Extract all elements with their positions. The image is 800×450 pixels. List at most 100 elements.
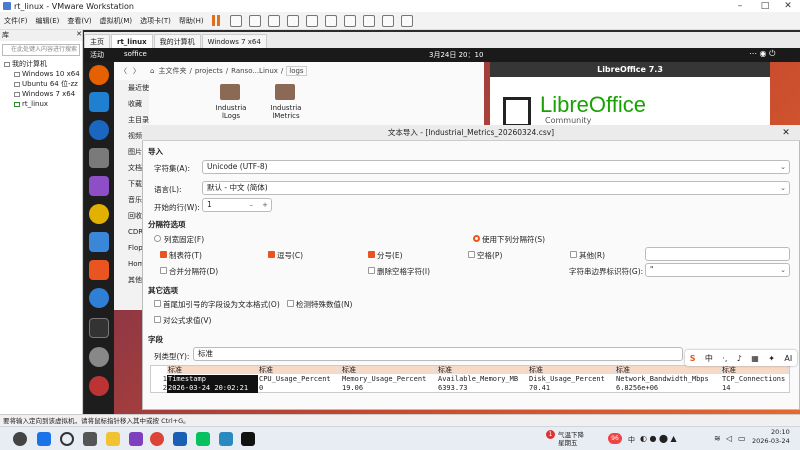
wechat-icon[interactable] <box>196 432 210 446</box>
folder-icon[interactable] <box>220 84 240 100</box>
tab-my-computer[interactable]: 我的计算机 <box>153 34 201 48</box>
sidebar-item-starred[interactable]: 收藏 <box>114 96 149 112</box>
table-cell[interactable]: 14 <box>721 384 789 393</box>
view-sidebar-icon[interactable] <box>305 14 318 27</box>
task-view-icon[interactable] <box>83 432 97 446</box>
thunderbird-icon[interactable] <box>89 120 109 140</box>
preview-grid[interactable]: 标准 标准 标准 标准 标准 标准 标准 1 2 Timestamp CPU_U… <box>150 365 790 393</box>
comma-checkbox[interactable] <box>268 251 275 258</box>
help-icon[interactable] <box>89 288 109 308</box>
column-type-cell[interactable]: 标准 <box>615 366 721 374</box>
table-cell[interactable]: 6393.73 <box>437 384 528 393</box>
writer-icon[interactable] <box>89 232 109 252</box>
search-icon[interactable] <box>60 432 74 446</box>
detect-special-checkbox[interactable] <box>287 300 294 307</box>
charset-select[interactable]: Unicode (UTF-8) ⌄ <box>202 160 790 174</box>
from-row-stepper[interactable]: 1– + <box>202 198 272 212</box>
tab-rt-linux[interactable]: rt_linux <box>111 34 153 48</box>
menu-file[interactable]: 文件(F) <box>4 16 28 26</box>
table-cell[interactable]: Network_Bandwidth_Mbps <box>615 375 721 384</box>
minimize-button[interactable]: – <box>730 0 750 12</box>
column-type-cell[interactable]: 标准 <box>437 366 528 374</box>
weather-widget[interactable]: 气温下降 星期五 <box>558 431 584 447</box>
menu-vm[interactable]: 虚拟机(M) <box>100 16 133 26</box>
files-icon[interactable] <box>89 148 109 168</box>
merge-checkbox[interactable] <box>160 267 167 274</box>
snapshot-icon[interactable] <box>248 14 261 27</box>
menu-help[interactable]: 帮助(H) <box>179 16 204 26</box>
ime-punct-toggle[interactable]: ·, <box>722 354 727 363</box>
table-cell[interactable]: TCP_Connections <box>721 375 789 384</box>
table-cell[interactable]: 0 <box>258 384 341 393</box>
volume-icon[interactable]: ◁ <box>726 434 732 443</box>
quoted-text-checkbox[interactable] <box>154 300 161 307</box>
ime-ai-button[interactable]: AI <box>784 354 792 363</box>
trash-icon[interactable] <box>89 376 109 396</box>
skin-icon[interactable]: ✦ <box>768 354 775 363</box>
table-cell[interactable]: Available_Memory_MB <box>437 375 528 384</box>
folder-label-metrics[interactable]: Industria lMetrics <box>270 104 302 120</box>
battery-icon[interactable]: ▭ <box>738 434 746 443</box>
vscode-icon[interactable] <box>89 92 109 112</box>
table-cell[interactable]: 2026-03-24 20:02:21 <box>167 384 258 393</box>
tree-vm-item[interactable]: Ubuntu 64 位-zz <box>0 79 82 89</box>
back-icon[interactable]: 〈 <box>120 66 127 76</box>
column-type-cell[interactable]: 标准 <box>258 366 341 374</box>
ime-lang-toggle[interactable]: 中 <box>705 353 713 364</box>
library-search-input[interactable]: 在此处键入内容进行搜索 <box>2 44 80 56</box>
activities-button[interactable]: 活动 <box>90 50 104 60</box>
app-menu[interactable]: soffice <box>124 50 147 58</box>
table-cell[interactable]: 70.41 <box>528 384 615 393</box>
column-type-cell[interactable]: 标准 <box>528 366 615 374</box>
tree-my-computer[interactable]: 我的计算机 <box>0 59 82 69</box>
maximize-button[interactable]: □ <box>755 0 775 12</box>
revert-snapshot-icon[interactable] <box>267 14 280 27</box>
menu-view[interactable]: 查看(V) <box>67 16 91 26</box>
tree-vm-item[interactable]: Windows 7 x64 <box>0 89 82 99</box>
terminal-icon[interactable] <box>89 318 109 338</box>
other-checkbox[interactable] <box>570 251 577 258</box>
vm-status-icon[interactable] <box>13 432 27 446</box>
tree-vm-item[interactable]: rt_linux <box>0 99 82 109</box>
menu-edit[interactable]: 编辑(E) <box>36 16 60 26</box>
settings-icon[interactable] <box>89 347 109 367</box>
column-type-cell[interactable]: 标准 <box>721 366 789 374</box>
start-icon[interactable] <box>37 432 51 446</box>
plus-icon[interactable]: + <box>262 199 268 211</box>
visual-studio-icon[interactable] <box>129 432 143 446</box>
send-ctrl-alt-del-icon[interactable] <box>229 14 242 27</box>
tray-icons[interactable]: ◐ ● ⬤ ▲ <box>640 434 677 443</box>
tab-checkbox[interactable] <box>160 251 167 258</box>
folder-icon[interactable] <box>275 84 295 100</box>
wifi-icon[interactable]: ≋ <box>714 434 721 443</box>
space-checkbox[interactable] <box>468 251 475 258</box>
fullscreen-icon[interactable] <box>362 14 375 27</box>
firefox-icon[interactable] <box>89 65 109 85</box>
tray-app-icon[interactable]: 96 <box>608 433 622 444</box>
rhythmbox-icon[interactable] <box>89 204 109 224</box>
table-cell[interactable]: 19.06 <box>341 384 437 393</box>
evaluate-formulas-checkbox[interactable] <box>154 316 161 323</box>
path-projects[interactable]: projects <box>195 67 223 75</box>
separated-radio[interactable] <box>473 235 480 242</box>
software-icon[interactable] <box>89 260 109 280</box>
manage-snapshots-icon[interactable] <box>286 14 299 27</box>
string-delimiter-select[interactable]: " ⌄ <box>645 263 790 277</box>
path-ranso[interactable]: Ranso...Linux <box>231 67 278 75</box>
microphone-icon[interactable]: ♪ <box>737 354 742 363</box>
taskbar-clock[interactable]: 20:10 2026-03-24 <box>752 428 790 446</box>
app-cat-icon[interactable] <box>89 176 109 196</box>
console-icon[interactable] <box>381 14 394 27</box>
tray-lang[interactable]: 中 <box>628 435 635 445</box>
notes-icon[interactable] <box>219 432 233 446</box>
stretch-icon[interactable] <box>400 14 413 27</box>
column-type-cell[interactable]: 标准 <box>341 366 437 374</box>
table-cell[interactable]: Disk_Usage_Percent <box>528 375 615 384</box>
other-separator-input[interactable] <box>645 247 790 261</box>
tree-vm-item[interactable]: Windows 10 x64 <box>0 69 82 79</box>
tab-home[interactable]: 主页 <box>84 34 110 48</box>
clock[interactable]: 3月24日 20：10 <box>429 50 483 60</box>
close-button[interactable]: ✕ <box>778 0 798 12</box>
path-home[interactable]: 主文件夹 <box>158 66 186 76</box>
language-select[interactable]: 默认 - 中文 (简体) ⌄ <box>202 181 790 195</box>
